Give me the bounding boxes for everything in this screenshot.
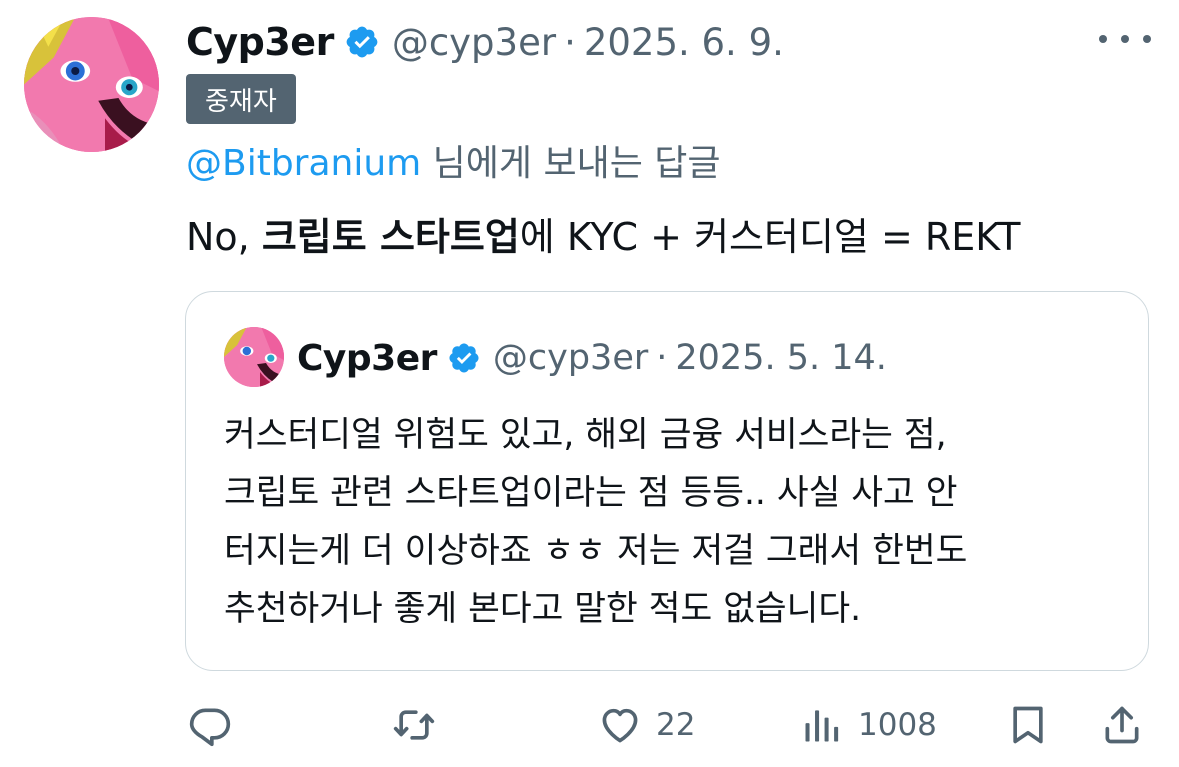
separator-dot: · xyxy=(564,20,576,64)
bookmark-button[interactable] xyxy=(1006,695,1050,755)
share-button[interactable] xyxy=(1100,695,1144,755)
tweet-text: No, 크립토 스타트업에 KYC + 커스터디얼 = REKT xyxy=(186,206,1020,261)
views-icon xyxy=(805,710,839,742)
tweet-header: Cyp3er @cyp3er · 2025. 6. 9. xyxy=(186,14,784,70)
retweet-icon xyxy=(393,710,435,740)
quoted-text-line: 크립토 관련 스타트업이라는 점 등등.. 사실 사고 안 xyxy=(224,473,958,513)
tweet-text-suffix: 에 KYC + 커스터디얼 = REKT xyxy=(519,215,1021,259)
reply-mention-link[interactable]: @Bitbranium xyxy=(186,143,421,184)
quoted-author-handle: @cyp3er xyxy=(492,338,649,378)
quoted-text-line: 터지는게 더 이상하죠 ㅎㅎ 저는 저걸 그래서 한번도 xyxy=(224,531,968,571)
separator-dot: · xyxy=(656,338,668,378)
quoted-text-line: 추천하거나 좋게 본다고 말한 적도 없습니다. xyxy=(224,589,862,629)
tweet-text-bold: 크립토 스타트업 xyxy=(261,215,520,259)
more-options-icon[interactable] xyxy=(1099,22,1151,56)
author-handle[interactable]: @cyp3er xyxy=(392,21,556,64)
like-button[interactable]: 22 xyxy=(598,695,695,755)
quoted-text: 커스터디얼 위험도 있고, 해외 금융 서비스라는 점, 크립토 관련 스타트업… xyxy=(224,406,1124,638)
replying-to: @Bitbranium 님에게 보내는 답글 xyxy=(186,134,721,186)
quoted-date: 2025. 5. 14. xyxy=(675,338,887,378)
verified-badge-icon xyxy=(344,24,380,60)
heart-icon xyxy=(602,708,638,743)
bookmark-icon xyxy=(1013,706,1043,744)
avatar[interactable] xyxy=(24,17,159,152)
reply-icon xyxy=(189,708,231,747)
tweet-date[interactable]: 2025. 6. 9. xyxy=(584,21,784,64)
quoted-header: Cyp3er @cyp3er · 2025. 5. 14. xyxy=(297,332,887,384)
quoted-avatar xyxy=(224,327,284,387)
reply-button[interactable] xyxy=(188,695,232,755)
views-count: 1008 xyxy=(858,707,937,743)
action-bar: 22 1008 xyxy=(0,695,1179,755)
verified-badge-icon xyxy=(447,341,481,375)
tweet-text-prefix: No, xyxy=(186,215,262,259)
quoted-text-line: 커스터디얼 위험도 있고, 해외 금융 서비스라는 점, xyxy=(224,415,947,455)
share-icon xyxy=(1105,706,1139,744)
like-count: 22 xyxy=(656,707,696,743)
views-button[interactable]: 1008 xyxy=(800,695,937,755)
avatar-image xyxy=(24,17,159,152)
moderator-badge: 중재자 xyxy=(186,74,296,124)
quoted-author-name: Cyp3er xyxy=(297,337,437,379)
retweet-button[interactable] xyxy=(392,695,436,755)
reply-suffix: 님에게 보내는 답글 xyxy=(421,143,721,184)
quoted-tweet[interactable]: Cyp3er @cyp3er · 2025. 5. 14. 커스터디얼 위험도 … xyxy=(185,291,1149,671)
author-name[interactable]: Cyp3er xyxy=(186,20,334,64)
